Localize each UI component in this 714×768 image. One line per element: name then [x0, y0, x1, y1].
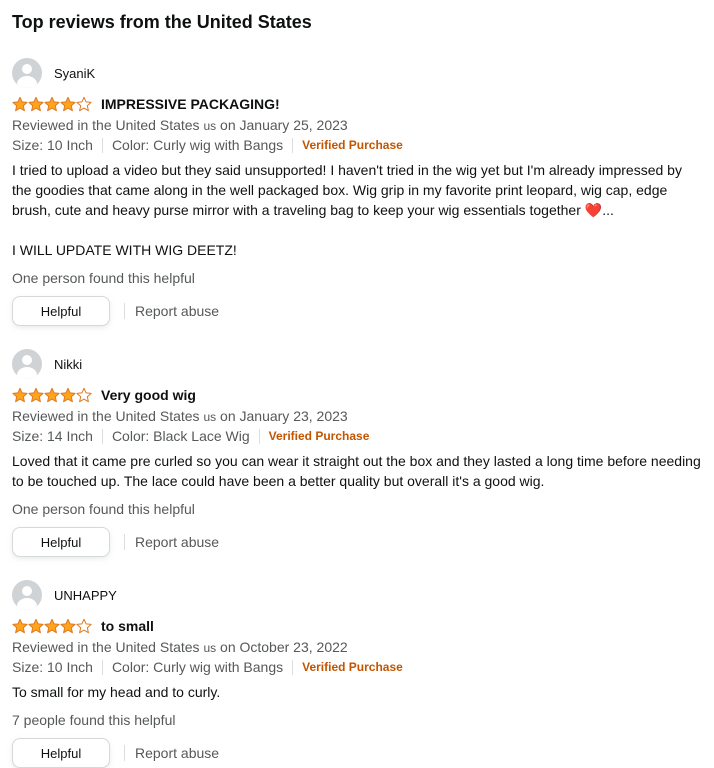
helpful-button[interactable]: Helpful: [12, 738, 110, 768]
star-filled-icon: [28, 387, 44, 403]
variant-size[interactable]: Size: 10 Inch: [12, 658, 93, 677]
star-filled-icon: [60, 618, 76, 634]
star-filled-icon: [12, 387, 28, 403]
product-variant: Size: 10 Inch Color: Curly wig with Bang…: [12, 136, 702, 155]
helpful-count: One person found this helpful: [12, 501, 195, 517]
reviewer-name: Nikki: [54, 356, 83, 372]
variant-color[interactable]: Color: Curly wig with Bangs: [112, 136, 283, 155]
avatar-icon: [12, 349, 42, 379]
review-date: Reviewed in the United States us on Janu…: [12, 117, 348, 133]
review-body: I tried to upload a video but they said …: [12, 162, 682, 258]
star-filled-icon: [60, 96, 76, 112]
section-title: Top reviews from the United States: [12, 12, 312, 32]
reviewer-name: SyaniK: [54, 65, 96, 81]
star-empty-icon: [76, 96, 92, 112]
verified-purchase-badge[interactable]: Verified Purchase: [302, 136, 403, 155]
star-filled-icon: [12, 618, 28, 634]
verified-purchase-badge[interactable]: Verified Purchase: [302, 658, 403, 677]
star-empty-icon: [76, 618, 92, 634]
star-filled-icon: [12, 96, 28, 112]
variant-size[interactable]: Size: 10 Inch: [12, 136, 93, 155]
star-filled-icon: [44, 618, 60, 634]
star-filled-icon: [60, 387, 76, 403]
read-more-ellipsis: ...: [602, 202, 614, 218]
helpful-button[interactable]: Helpful: [12, 527, 110, 557]
variant-color[interactable]: Color: Black Lace Wig: [112, 427, 250, 446]
review-title[interactable]: Very good wig: [101, 387, 196, 403]
review-date: Reviewed in the United States us on Octo…: [12, 639, 348, 655]
review-title[interactable]: to small: [101, 618, 154, 634]
avatar-icon: [12, 58, 42, 88]
heart-icon: ❤️: [584, 202, 603, 218]
review-body: To small for my head and to curly.: [12, 684, 221, 700]
helpful-count: 7 people found this helpful: [12, 712, 176, 728]
report-abuse-link[interactable]: Report abuse: [135, 745, 219, 761]
star-filled-icon: [44, 387, 60, 403]
review-card: UNHAPPY to small Reviewed in the United …: [12, 579, 702, 768]
reviewer-profile[interactable]: Nikki: [12, 348, 702, 380]
helpful-button[interactable]: Helpful: [12, 296, 110, 326]
star-filled-icon: [44, 96, 60, 112]
star-empty-icon: [76, 387, 92, 403]
verified-purchase-badge[interactable]: Verified Purchase: [269, 427, 370, 446]
review-date: Reviewed in the United States us on Janu…: [12, 408, 348, 424]
review-card: Nikki Very good wig Reviewed in the Unit…: [12, 348, 702, 557]
divider: [124, 745, 125, 761]
star-rating[interactable]: [12, 96, 92, 112]
review-card: SyaniK IMPRESSIVE PACKAGING! Reviewed in…: [12, 57, 702, 326]
reviewer-name: UNHAPPY: [54, 587, 117, 603]
report-abuse-link[interactable]: Report abuse: [135, 534, 219, 550]
divider: [124, 534, 125, 550]
divider: [124, 303, 125, 319]
star-rating[interactable]: [12, 618, 92, 634]
variant-size[interactable]: Size: 14 Inch: [12, 427, 93, 446]
report-abuse-link[interactable]: Report abuse: [135, 303, 219, 319]
star-filled-icon: [28, 618, 44, 634]
product-variant: Size: 10 Inch Color: Curly wig with Bang…: [12, 658, 702, 677]
review-body: Loved that it came pre curled so you can…: [12, 453, 701, 489]
variant-color[interactable]: Color: Curly wig with Bangs: [112, 658, 283, 677]
star-rating[interactable]: [12, 387, 92, 403]
product-variant: Size: 14 Inch Color: Black Lace Wig Veri…: [12, 427, 702, 446]
helpful-count: One person found this helpful: [12, 270, 195, 286]
reviewer-profile[interactable]: UNHAPPY: [12, 579, 702, 611]
avatar-icon: [12, 580, 42, 610]
review-title[interactable]: IMPRESSIVE PACKAGING!: [101, 96, 280, 112]
reviewer-profile[interactable]: SyaniK: [12, 57, 702, 89]
star-filled-icon: [28, 96, 44, 112]
